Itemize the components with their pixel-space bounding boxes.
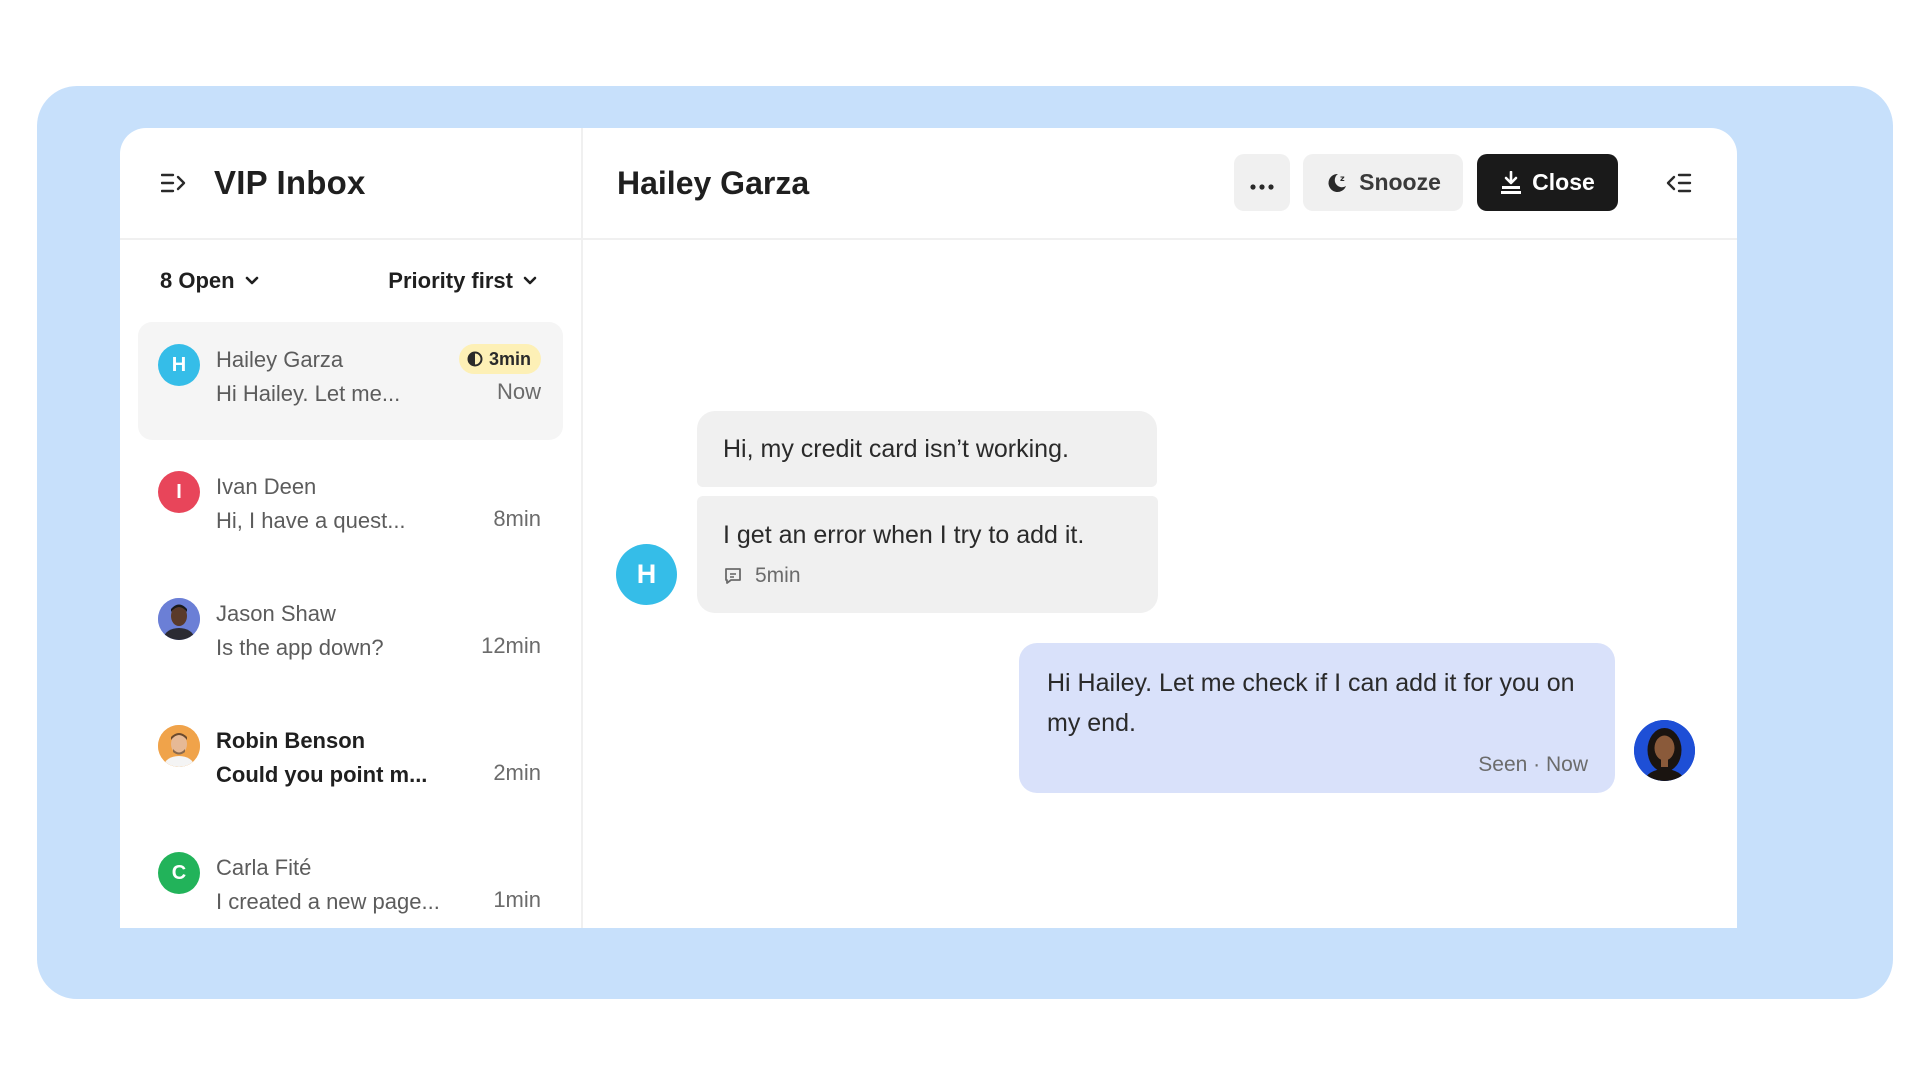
conversation-item-robin-benson[interactable]: Robin Benson Could you point m... 2min	[138, 703, 563, 821]
conversation-header: Hailey Garza z Snooze Close	[583, 128, 1737, 240]
conversation-time: Now	[496, 379, 541, 404]
avatar	[158, 725, 200, 767]
sidebar-toggle-icon[interactable]	[160, 171, 188, 195]
app-window: VIP Inbox 8 Open Priority first H Hailey	[120, 128, 1737, 928]
conversation-preview: Could you point m...	[216, 762, 428, 787]
snooze-label: Snooze	[1359, 169, 1441, 195]
conversation-preview: Hi, I have a quest...	[216, 508, 406, 533]
status-filter-label: 8 Open	[160, 268, 235, 293]
avatar	[158, 598, 200, 640]
close-conversation-button[interactable]: Close	[1477, 154, 1618, 211]
conversation-body: Ivan Deen Hi, I have a quest... 8min	[216, 471, 541, 567]
close-label: Close	[1532, 169, 1595, 195]
conversation-body: Robin Benson Could you point m... 2min	[216, 725, 541, 821]
conversation-title: Hailey Garza	[617, 164, 810, 201]
conversation-body: Hailey Garza Hi Hailey. Let me... 3min N…	[216, 344, 541, 440]
conversation-item-carla-fite[interactable]: C Carla Fité I created a new page... 1mi…	[138, 830, 563, 928]
conversation-name: Ivan Deen	[216, 474, 317, 499]
conversation-body: Carla Fité I created a new page... 1min	[216, 852, 541, 928]
conversation-time: 2min	[493, 760, 541, 785]
conversation-pane: Hailey Garza z Snooze Close H Hi, my cre…	[583, 128, 1737, 928]
avatar: C	[158, 852, 200, 894]
sort-label: Priority first	[388, 268, 513, 293]
conversation-list: H Hailey Garza Hi Hailey. Let me... 3min…	[120, 322, 581, 928]
more-options-button[interactable]	[1234, 154, 1290, 211]
moon-icon: z	[1325, 171, 1349, 195]
agent-avatar	[1634, 720, 1695, 781]
half-clock-icon	[467, 351, 483, 367]
chat-bubble-icon	[723, 566, 743, 586]
conversation-item-hailey-garza[interactable]: H Hailey Garza Hi Hailey. Let me... 3min…	[138, 322, 563, 440]
message-status: Seen · Now	[1478, 753, 1588, 776]
conversation-item-ivan-deen[interactable]: I Ivan Deen Hi, I have a quest... 8min	[138, 449, 563, 567]
more-icon	[1250, 169, 1274, 196]
conversation-time: 8min	[493, 506, 541, 531]
chevron-down-icon	[245, 276, 259, 286]
collapse-panel-icon[interactable]	[1666, 172, 1692, 194]
conversation-item-jason-shaw[interactable]: Jason Shaw Is the app down? 12min	[138, 576, 563, 694]
avatar: I	[158, 471, 200, 513]
message-time: 5min	[755, 564, 801, 587]
customer-avatar: H	[616, 544, 677, 605]
svg-text:z: z	[1340, 174, 1345, 183]
inbox-sidebar: VIP Inbox 8 Open Priority first H Hailey	[120, 128, 583, 928]
conversation-time: 12min	[481, 633, 541, 658]
conversation-preview: I created a new page...	[216, 889, 440, 914]
incoming-message: Hi, my credit card isn’t working.	[697, 411, 1157, 487]
message-text: I get an error when I try to add it.	[723, 521, 1085, 549]
conversation-name: Jason Shaw	[216, 601, 336, 626]
chevron-down-icon	[523, 276, 537, 286]
filter-bar: 8 Open Priority first	[120, 240, 581, 322]
wait-time-badge: 3min	[458, 344, 541, 374]
conversation-time: 1min	[493, 887, 541, 912]
status-filter-dropdown[interactable]: 8 Open	[160, 268, 259, 294]
message-meta: 5min	[723, 564, 801, 588]
conversation-name: Carla Fité	[216, 855, 312, 880]
inbox-title: VIP Inbox	[214, 164, 366, 201]
badge-label: 3min	[488, 348, 531, 369]
avatar: H	[158, 344, 200, 386]
outgoing-message: Hi Hailey. Let me check if I can add it …	[1019, 643, 1615, 793]
conversation-preview: Hi Hailey. Let me...	[216, 381, 401, 406]
message-text: Hi Hailey. Let me check if I can add it …	[1047, 669, 1575, 737]
sidebar-header: VIP Inbox	[120, 128, 581, 240]
incoming-message: I get an error when I try to add it. 5mi…	[697, 496, 1158, 613]
conversation-name: Robin Benson	[216, 728, 366, 753]
message-text: Hi, my credit card isn’t working.	[723, 434, 1069, 463]
sort-dropdown[interactable]: Priority first	[388, 268, 537, 294]
close-tray-icon	[1500, 170, 1522, 195]
conversation-body: Jason Shaw Is the app down? 12min	[216, 598, 541, 694]
snooze-button[interactable]: z Snooze	[1303, 154, 1463, 211]
